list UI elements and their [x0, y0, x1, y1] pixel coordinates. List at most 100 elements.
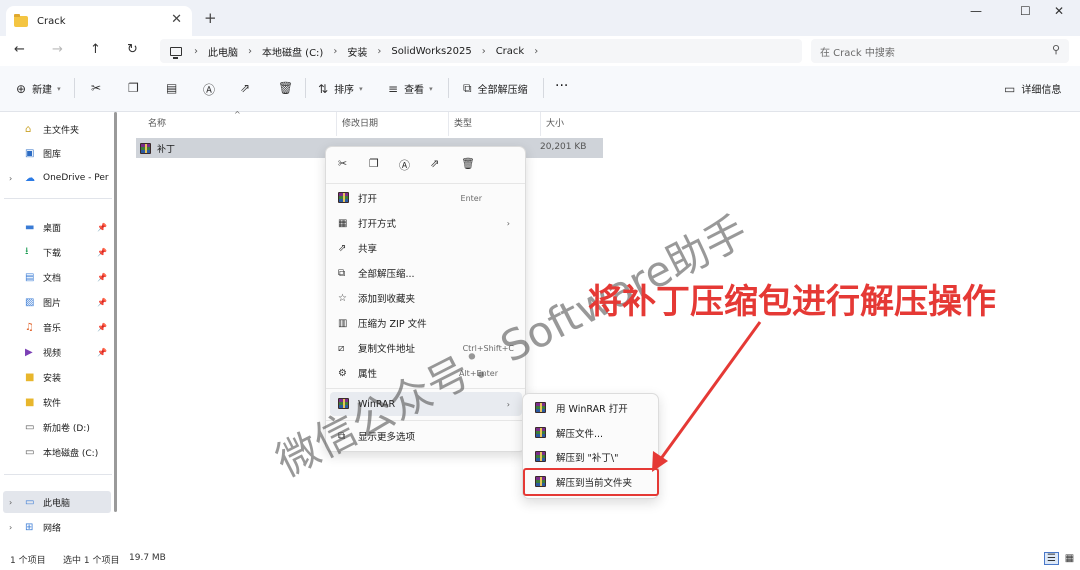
pin-icon[interactable]: 📌 [97, 223, 107, 232]
breadcrumb[interactable]: › 此电脑 › 本地磁盘 (C:) › 安装 › SolidWorks2025 … [160, 39, 802, 63]
sort-label: 排序 [334, 85, 355, 96]
up-button[interactable]: ↑ [90, 42, 101, 57]
chevron-right-icon[interactable]: › [9, 523, 12, 532]
details-view-button[interactable]: ☰ [1044, 552, 1059, 565]
column-date[interactable]: 修改日期 [342, 116, 378, 129]
menu-item-show-more[interactable]: ⧉ 显示更多选项 [330, 424, 522, 448]
copy-icon[interactable]: ❐ [369, 157, 379, 170]
menu-item-properties[interactable]: ⚙ 属性 Alt+Enter [330, 361, 522, 385]
sidebar-item-music[interactable]: ♫ 音乐 📌 [0, 316, 112, 338]
details-pane-icon: ▭ [1004, 81, 1016, 96]
navigation-pane: ⌂ 主文件夹 ▣ 图库 › ☁ OneDrive - Per ▬ 桌面 📌 ⭳ … [0, 112, 120, 548]
more-options-button[interactable]: ··· [555, 78, 568, 94]
sidebar-item-home[interactable]: ⌂ 主文件夹 [0, 118, 112, 140]
rename-button[interactable]: Ⓐ [203, 81, 221, 98]
sidebar-item-documents[interactable]: ▤ 文档 📌 [0, 266, 112, 288]
pin-icon[interactable]: 📌 [97, 248, 107, 257]
search-input[interactable]: 在 Crack 中搜索 ⚲ [811, 39, 1069, 63]
chevron-right-icon[interactable]: › [9, 498, 12, 507]
column-type[interactable]: 类型 [454, 116, 472, 129]
toolbar-divider [305, 78, 306, 98]
sidebar-item-this-pc[interactable]: › ▭ 此电脑 [3, 491, 111, 513]
column-divider[interactable] [336, 112, 337, 136]
crumb-solidworks[interactable]: SolidWorks2025 [391, 46, 471, 57]
menu-item-copy-path[interactable]: ⧄ 复制文件地址 Ctrl+Shift+C [330, 336, 522, 360]
column-name[interactable]: 名称 [148, 116, 166, 129]
menu-item-add-favorites[interactable]: ☆ 添加到收藏夹 [330, 286, 522, 310]
minimize-button[interactable]: — [970, 4, 982, 18]
sidebar-item-onedrive[interactable]: › ☁ OneDrive - Per [0, 167, 112, 189]
sidebar-item-desktop[interactable]: ▬ 桌面 📌 [0, 216, 112, 238]
back-button[interactable]: ← [14, 42, 25, 57]
menu-item-extract-all[interactable]: ⧉ 全部解压缩... [330, 261, 522, 285]
menu-item-compress-zip[interactable]: ▥ 压缩为 ZIP 文件 [330, 311, 522, 335]
tiles-view-button[interactable]: ▦ [1062, 552, 1077, 565]
chevron-right-icon[interactable]: › [9, 174, 12, 183]
pin-icon[interactable]: 📌 [97, 323, 107, 332]
sidebar-item-drive-c[interactable]: ▭ 本地磁盘 (C:) [0, 441, 112, 463]
maximize-button[interactable]: ☐ [1020, 4, 1031, 18]
tab-crack[interactable]: Crack ✕ [6, 6, 192, 36]
menu-item-open[interactable]: 打开 Enter [330, 186, 522, 210]
sidebar-item-gallery[interactable]: ▣ 图库 [0, 142, 112, 164]
sidebar-item-pictures[interactable]: ▨ 图片 📌 [0, 291, 112, 313]
menu-item-label: 复制文件地址 [358, 344, 416, 355]
sidebar-item-network[interactable]: › ⊞ 网络 [0, 516, 112, 538]
column-size[interactable]: 大小 [546, 116, 564, 129]
annotation-text: 将补丁压缩包进行解压操作 [588, 282, 996, 322]
crumb-separator: › [377, 45, 382, 57]
zip-icon: ▥ [338, 317, 348, 329]
sidebar-item-downloads[interactable]: ⭳ 下载 📌 [0, 241, 112, 263]
trash-icon[interactable]: 🗑 [461, 157, 475, 170]
view-button[interactable]: ≡ 查看 ▾ [388, 81, 433, 97]
menu-item-winrar[interactable]: WinRAR › [330, 392, 522, 416]
menu-item-open-with[interactable]: ▦ 打开方式 › [330, 211, 522, 235]
sort-button[interactable]: ⇅ 排序 ▾ [318, 81, 363, 97]
pin-icon[interactable]: 📌 [97, 298, 107, 307]
share-icon[interactable]: ⇗ [430, 157, 439, 170]
drive-icon: ▭ [25, 421, 35, 433]
share-button[interactable]: ⇗ [240, 81, 256, 95]
cut-icon[interactable]: ✂ [338, 157, 347, 170]
close-tab-icon[interactable]: ✕ [171, 12, 182, 27]
crumb-crack[interactable]: Crack [496, 46, 525, 57]
submenu-item-extract-files[interactable]: 解压文件... [527, 421, 655, 445]
sidebar-item-videos[interactable]: ▶ 视频 📌 [0, 341, 112, 363]
details-pane-button[interactable]: ▭ 详细信息 [1004, 81, 1061, 97]
copy-path-icon: ⧄ [338, 342, 345, 354]
sidebar-item-software[interactable]: ■ 软件 [0, 391, 112, 413]
cut-button[interactable]: ✂ [91, 81, 107, 95]
crumb-drive-c[interactable]: 本地磁盘 (C:) [262, 44, 323, 59]
submenu-item-open-with-winrar[interactable]: 用 WinRAR 打开 [527, 396, 655, 420]
paste-button[interactable]: ▤ [166, 81, 183, 95]
winrar-icon [338, 192, 349, 203]
new-button[interactable]: ⊕ 新建 ▾ [16, 81, 61, 97]
new-tab-button[interactable]: + [204, 9, 217, 27]
delete-button[interactable]: 🗑 [278, 81, 299, 95]
sidebar-item-install[interactable]: ■ 安装 [0, 366, 112, 388]
menu-divider [326, 388, 525, 389]
rename-icon[interactable]: Ⓐ [399, 157, 410, 173]
gallery-icon: ▣ [25, 147, 35, 159]
close-window-button[interactable]: ✕ [1054, 4, 1064, 18]
pin-icon[interactable]: 📌 [97, 348, 107, 357]
extract-all-button[interactable]: ⧉ 全部解压缩 [463, 81, 528, 96]
sidebar-item-label: 音乐 [43, 323, 62, 334]
column-divider[interactable] [540, 112, 541, 136]
menu-item-share[interactable]: ⇗ 共享 [330, 236, 522, 260]
pin-icon[interactable]: 📌 [97, 273, 107, 282]
column-divider[interactable] [448, 112, 449, 136]
submenu-item-extract-to-folder[interactable]: 解压到 "补丁\" [527, 445, 655, 469]
refresh-button[interactable]: ↻ [127, 42, 138, 57]
forward-button[interactable]: → [52, 42, 63, 57]
submenu-item-extract-here[interactable]: 解压到当前文件夹 [523, 468, 659, 496]
sidebar-scrollbar[interactable] [114, 112, 117, 512]
music-icon: ♫ [25, 321, 34, 333]
sidebar-item-drive-d[interactable]: ▭ 新加卷 (D:) [0, 416, 112, 438]
crumb-this-pc[interactable]: 此电脑 [208, 44, 238, 59]
copy-button[interactable]: ❐ [128, 81, 145, 95]
extract-icon: ⧉ [338, 267, 346, 279]
crumb-install[interactable]: 安装 [347, 44, 367, 59]
sidebar-item-label: 此电脑 [43, 498, 71, 509]
chevron-right-icon: › [506, 218, 510, 228]
